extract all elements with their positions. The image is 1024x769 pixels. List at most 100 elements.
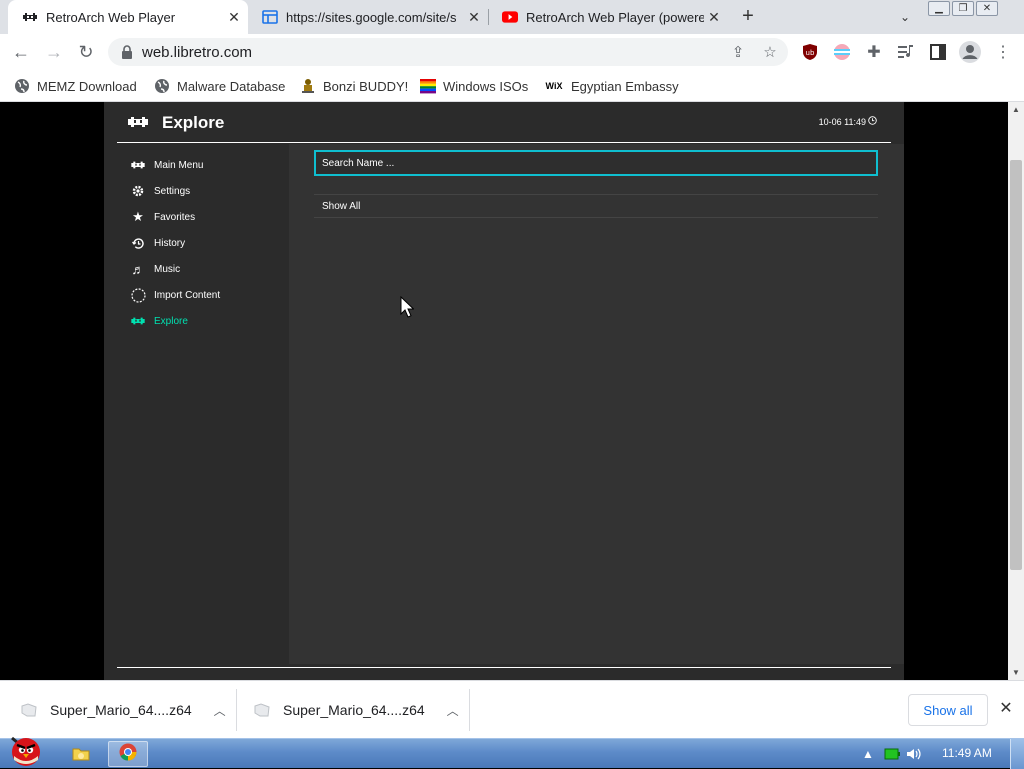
scroll-up-icon[interactable]: ▲ (1012, 105, 1020, 114)
mouse-cursor-icon (400, 295, 415, 323)
show-all-downloads-button[interactable]: Show all (908, 694, 988, 726)
clock-icon (868, 116, 877, 127)
globe-icon (154, 78, 170, 94)
google-sites-favicon-icon (262, 9, 278, 25)
more-menu-icon[interactable]: ⋮ (994, 43, 1012, 61)
extensions-puzzle-icon[interactable]: ✚ (865, 43, 883, 61)
sidebar-item-label: Main Menu (154, 159, 204, 171)
retroarch-sidebar: Main Menu Settings ★ Favorites History ♬… (104, 144, 289, 664)
list-item-show-all[interactable]: Show All (314, 194, 878, 218)
minimize-button[interactable]: ▁ (928, 1, 950, 16)
address-bar[interactable]: web.libretro.com ⇪ ☆ (108, 38, 788, 66)
star-icon: ★ (132, 209, 144, 224)
close-window-button[interactable]: ✕ (976, 1, 998, 16)
lock-icon[interactable] (120, 45, 134, 59)
browser-toolbar: ← → ↻ web.libretro.com ⇪ ☆ ub ✚ ⋮ (0, 34, 1024, 70)
close-icon[interactable]: ✕ (996, 698, 1016, 718)
sidebar-item-history[interactable]: History (130, 233, 185, 253)
bookmark-bonzi-buddy[interactable]: Bonzi BUDDY! (300, 77, 408, 95)
close-tab-icon[interactable]: ✕ (704, 7, 724, 27)
download-filename: Super_Mario_64....z64 (50, 702, 192, 718)
new-tab-button[interactable]: + (736, 4, 760, 28)
bookmark-label: Egyptian Embassy (571, 78, 679, 94)
page-scrollbar[interactable]: ▲ ▼ (1008, 102, 1024, 680)
bookmark-label: Windows ISOs (443, 78, 529, 94)
bonzi-figure-icon (300, 78, 316, 94)
tray-expand-icon[interactable]: ▲ (862, 745, 874, 763)
sidebar-item-label: Settings (154, 185, 191, 197)
show-desktop-button[interactable] (1010, 739, 1024, 769)
taskbar-clock[interactable]: 11:49 AM (942, 746, 992, 760)
bookmark-label: Bonzi BUDDY! (323, 78, 409, 94)
flag-extension-icon[interactable] (833, 43, 851, 61)
music-note-icon: ♬ (131, 261, 145, 277)
youtube-favicon-icon (502, 9, 518, 25)
sidebar-item-music[interactable]: ♬ Music (130, 259, 181, 279)
bookmark-memz[interactable]: MEMZ Download (14, 77, 137, 95)
tab-google-sites[interactable]: https://sites.google.com/site/s ✕ (248, 0, 488, 34)
history-clock-icon (130, 235, 146, 251)
sidebar-item-settings[interactable]: Settings (130, 181, 190, 201)
chevron-up-icon[interactable]: ︿ (447, 702, 459, 719)
wix-icon: WiX (545, 81, 563, 91)
bookmark-windows-isos[interactable]: Windows ISOs (420, 77, 528, 95)
media-control-icon[interactable] (897, 43, 915, 61)
ublock-icon[interactable]: ub (801, 43, 819, 61)
search-input[interactable]: Search Name ... (314, 150, 878, 176)
bookmark-label: MEMZ Download (37, 78, 137, 94)
gear-icon (130, 183, 146, 199)
scrollbar-thumb[interactable] (1010, 160, 1022, 570)
tab-title: RetroArch Web Player (powere (526, 9, 704, 25)
tab-strip: RetroArch Web Player ✕ https://sites.goo… (0, 0, 1024, 34)
reload-icon[interactable]: ↻ (74, 40, 98, 64)
restore-button[interactable]: ❐ (952, 1, 974, 16)
tab-title: RetroArch Web Player (46, 9, 176, 25)
bookmark-label: Malware Database (177, 78, 286, 94)
sidebar-item-label: Music (154, 263, 181, 275)
sidebar-item-label: Explore (154, 315, 188, 327)
profile-avatar-icon[interactable] (959, 41, 981, 63)
bookmarks-bar: MEMZ Download Malware Database Bonzi BUD… (0, 70, 1024, 102)
sidebar-item-import-content[interactable]: Import Content (130, 285, 220, 305)
page-title: Explore (162, 113, 225, 132)
sidebar-item-favorites[interactable]: ★ Favorites (130, 207, 195, 227)
retroarch-footer-divider (117, 667, 891, 668)
tab-search-chevron-icon[interactable]: ⌄ (896, 8, 914, 26)
close-tab-icon[interactable]: ✕ (464, 7, 484, 27)
file-icon (20, 701, 38, 719)
retroarch-logo-icon (130, 313, 146, 329)
sidebar-item-explore[interactable]: Explore (130, 311, 188, 331)
start-button-angry-bird-icon[interactable] (2, 731, 52, 769)
add-content-circle-icon (130, 287, 146, 303)
explorer-folder-icon[interactable] (70, 741, 92, 767)
download-shelf: Super_Mario_64....z64 ︿ Super_Mario_64..… (0, 680, 1024, 738)
close-tab-icon[interactable]: ✕ (224, 7, 244, 27)
volume-speaker-icon[interactable] (906, 745, 922, 763)
taskbar-chrome-button[interactable] (108, 741, 148, 767)
download-item[interactable]: Super_Mario_64....z64 ︿ (253, 681, 459, 739)
tab-youtube[interactable]: RetroArch Web Player (powere ✕ (488, 0, 728, 34)
sidebar-item-label: Import Content (154, 289, 221, 301)
svg-text:ub: ub (806, 49, 815, 57)
retroarch-logo-icon (130, 157, 146, 173)
taskbar: ▲ 11:49 AM (0, 736, 1024, 769)
globe-icon (14, 78, 30, 94)
sidebar-item-main-menu[interactable]: Main Menu (130, 155, 203, 175)
share-icon[interactable]: ⇪ (729, 43, 747, 61)
scroll-down-icon[interactable]: ▼ (1012, 668, 1020, 677)
back-arrow-icon[interactable]: ← (9, 40, 33, 64)
forward-arrow-icon[interactable]: → (42, 40, 66, 64)
bookmark-egyptian-embassy[interactable]: WiX Egyptian Embassy (544, 77, 679, 95)
sidebar-item-label: Favorites (154, 211, 196, 223)
tab-retroarch[interactable]: RetroArch Web Player ✕ (8, 0, 248, 34)
bookmark-malware-database[interactable]: Malware Database (154, 77, 285, 95)
battery-icon[interactable] (884, 745, 900, 763)
tab-title: https://sites.google.com/site/s (286, 9, 457, 25)
download-divider (236, 689, 237, 731)
download-filename: Super_Mario_64....z64 (283, 702, 425, 718)
bookmark-star-icon[interactable]: ☆ (761, 43, 779, 61)
retroarch-clock: 10-06 11:49 (819, 116, 877, 127)
window-controls: ▁ ❐ ✕ (928, 1, 998, 16)
side-panel-icon[interactable] (929, 43, 947, 61)
chevron-up-icon[interactable]: ︿ (214, 702, 226, 719)
